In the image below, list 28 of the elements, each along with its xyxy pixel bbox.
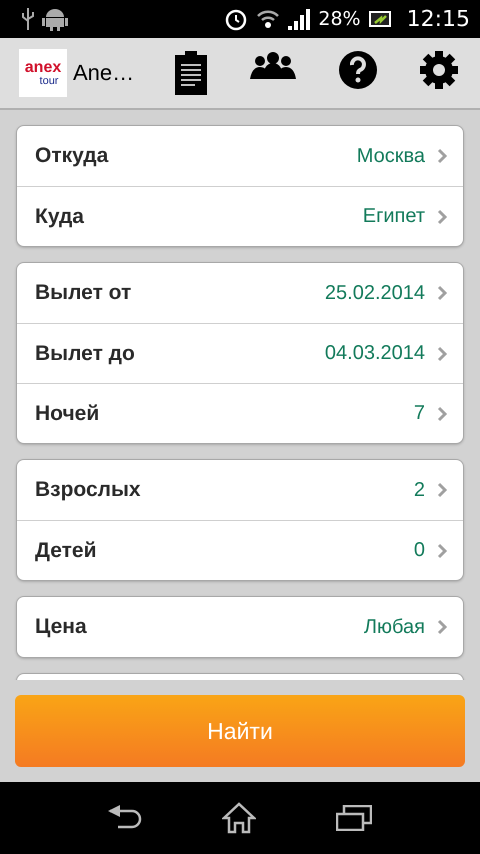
row-value: 25.02.2014 [324, 282, 425, 304]
row-value: 0 [414, 539, 425, 562]
row-label: Вылет до [35, 342, 136, 366]
row-label: Откуда [35, 144, 110, 168]
form-row[interactable]: Вылет до 04.03.2014 [17, 323, 463, 383]
form-row[interactable]: Ночей 7 [17, 383, 463, 443]
row-label: Взрослых [35, 478, 142, 502]
row-value: Москва [356, 144, 425, 168]
row-label: Вылет от [35, 281, 132, 305]
battery-percent: 28% [318, 8, 361, 30]
row-value: 04.03.2014 [324, 342, 425, 365]
row-label: Цена [35, 615, 88, 639]
form-row[interactable]: Вылет от 25.02.2014 [17, 263, 463, 323]
row-value: 7 [414, 402, 425, 425]
app-logo[interactable]: anex tour [19, 49, 67, 97]
form-row[interactable]: Детей 0 [17, 520, 463, 580]
row-value: Любая [364, 616, 425, 638]
form-row[interactable]: Куда Египет [17, 186, 463, 246]
row-value: 2 [414, 478, 425, 502]
form-row[interactable]: Цена Любая [17, 597, 463, 657]
row-value: Египет [362, 205, 425, 228]
clock-time: 12:15 [406, 6, 470, 32]
row-label: Ночей [35, 402, 100, 426]
row-label: Детей [35, 538, 98, 562]
row-label: Куда [35, 204, 85, 228]
app-title: Ane… [73, 60, 136, 86]
form-row[interactable]: Взрослых 2 [17, 460, 463, 520]
form-row[interactable]: Откуда Москва [17, 126, 463, 186]
